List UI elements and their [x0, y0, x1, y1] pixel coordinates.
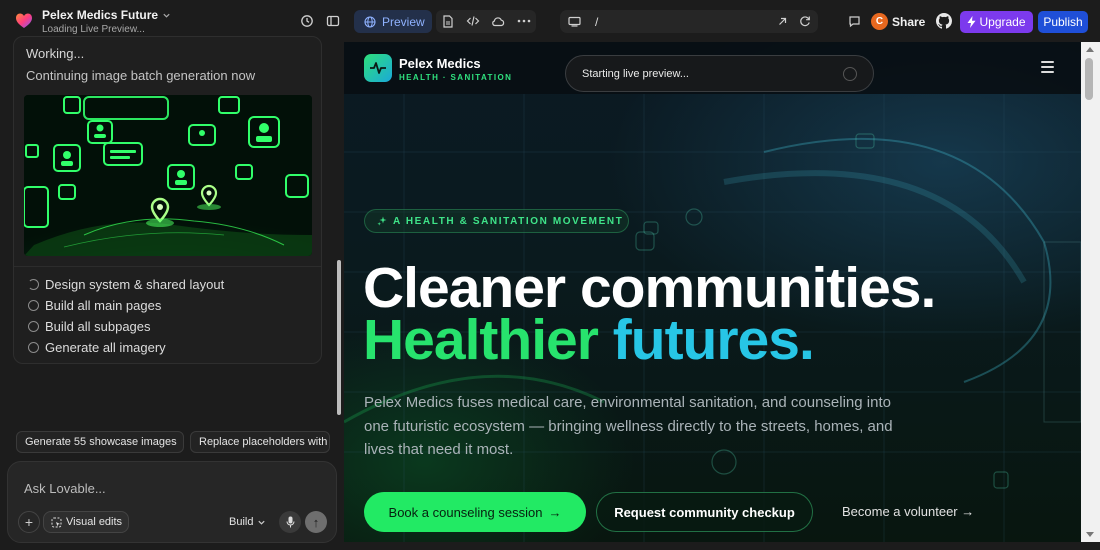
- send-button[interactable]: ↑: [305, 511, 327, 533]
- upgrade-button[interactable]: Upgrade: [960, 11, 1033, 33]
- preview-loading-toast: Starting live preview...: [565, 55, 874, 92]
- circle-icon: [28, 342, 39, 353]
- become-volunteer-link[interactable]: Become a volunteer →: [842, 504, 974, 519]
- build-label: Build: [229, 516, 254, 528]
- build-mode-select[interactable]: Build: [229, 516, 266, 528]
- toggle-sidebar-button[interactable]: [323, 11, 343, 31]
- task-item: Build all main pages: [28, 298, 161, 313]
- tab-preview[interactable]: Preview: [354, 10, 432, 33]
- url-path[interactable]: /: [595, 15, 598, 29]
- toast-text: Starting live preview...: [582, 68, 689, 80]
- request-checkup-button[interactable]: Request community checkup: [596, 492, 813, 532]
- history-button[interactable]: [297, 11, 317, 31]
- bottom-edge: [344, 542, 1100, 550]
- chevron-down-icon: [258, 520, 266, 525]
- headline-word-healthier: Healthier: [363, 308, 599, 372]
- scroll-up-arrow-icon[interactable]: [1086, 47, 1094, 52]
- open-external-button[interactable]: [772, 11, 792, 31]
- task-label: Build all subpages: [45, 319, 151, 334]
- site-logo[interactable]: [364, 54, 392, 82]
- book-counseling-button[interactable]: Book a counseling session →: [364, 492, 586, 532]
- tab-code[interactable]: [463, 11, 483, 31]
- circle-icon: [28, 321, 39, 332]
- working-status: Working...: [26, 46, 85, 61]
- message-square-icon: [848, 15, 860, 27]
- hero-headline-line2: Healthier futures.: [363, 307, 815, 373]
- arrow-up-icon: ↑: [312, 514, 320, 530]
- plus-icon: +: [24, 514, 34, 530]
- live-preview[interactable]: Pelex Medics HEALTH · SANITATION Startin…: [344, 42, 1081, 542]
- external-link-icon: [778, 17, 786, 25]
- upgrade-label: Upgrade: [979, 15, 1026, 29]
- lovable-logo-icon[interactable]: [15, 12, 33, 30]
- preview-scrollbar[interactable]: [1081, 42, 1100, 542]
- tab-preview-label: Preview: [382, 14, 425, 29]
- task-item: Build all subpages: [28, 319, 151, 334]
- task-item: Generate all imagery: [28, 340, 166, 355]
- voice-input-button[interactable]: [279, 511, 301, 533]
- chat-scrollbar[interactable]: [337, 260, 341, 415]
- globe-icon: [364, 15, 376, 28]
- refresh-button[interactable]: [795, 11, 815, 31]
- scroll-down-arrow-icon[interactable]: [1086, 532, 1094, 537]
- suggestion-chip[interactable]: Replace placeholders with: [190, 431, 330, 453]
- github-icon[interactable]: [936, 13, 952, 29]
- pulse-icon: [370, 62, 386, 74]
- microphone-icon: [286, 516, 294, 528]
- user-avatar[interactable]: C: [871, 13, 888, 30]
- project-name: Pelex Medics Future: [42, 8, 159, 22]
- eyebrow-text: A HEALTH & SANITATION MOVEMENT: [393, 215, 624, 227]
- visual-edit-icon: [51, 517, 62, 527]
- task-label: Generate all imagery: [45, 340, 166, 355]
- hero-eyebrow: A HEALTH & SANITATION MOVEMENT: [364, 209, 629, 233]
- share-button[interactable]: Share: [892, 15, 925, 29]
- tab-cloud[interactable]: [488, 11, 508, 31]
- arrow-right-icon: →: [548, 504, 562, 520]
- task-label: Design system & shared layout: [45, 277, 225, 292]
- refresh-icon: [800, 16, 810, 27]
- project-status: Loading Live Preview...: [42, 24, 145, 35]
- file-icon: [443, 14, 453, 28]
- lightning-icon: [967, 16, 976, 28]
- site-brand-name[interactable]: Pelex Medics: [399, 56, 481, 71]
- more-button[interactable]: [514, 11, 534, 31]
- tab-files[interactable]: [438, 11, 458, 31]
- visual-edits-button[interactable]: Visual edits: [43, 511, 129, 533]
- composer-input[interactable]: Ask Lovable...: [24, 481, 106, 496]
- generated-image-thumbnail[interactable]: [24, 95, 312, 256]
- sparkle-icon: [377, 216, 387, 226]
- chat-button[interactable]: [844, 11, 864, 31]
- site-brand-tagline: HEALTH · SANITATION: [399, 73, 513, 82]
- hero-lead-paragraph: Pelex Medics fuses medical care, environ…: [364, 394, 893, 458]
- scrollbar-thumb[interactable]: [1085, 58, 1093, 100]
- attach-button[interactable]: +: [18, 511, 40, 533]
- publish-button[interactable]: Publish: [1038, 11, 1088, 33]
- more-horizontal-icon: [517, 19, 531, 23]
- task-item: Design system & shared layout: [28, 277, 224, 292]
- headline-word-futures: futures.: [612, 308, 815, 372]
- site-header: Pelex Medics HEALTH · SANITATION Startin…: [344, 42, 1081, 94]
- chat-composer[interactable]: Ask Lovable... + Visual edits Build ↑: [7, 461, 337, 543]
- cloud-icon: [492, 16, 505, 26]
- code-icon: [466, 16, 480, 26]
- spinner-icon: [28, 279, 39, 290]
- cta-primary-label: Book a counseling session: [388, 504, 543, 520]
- loading-spinner-icon: [843, 67, 857, 81]
- task-label: Build all main pages: [45, 298, 162, 313]
- suggestion-chip[interactable]: Generate 55 showcase images: [16, 431, 184, 453]
- status-message: Continuing image batch generation now: [26, 68, 256, 83]
- hamburger-menu-icon[interactable]: [1041, 61, 1054, 73]
- chevron-down-icon: [163, 13, 170, 18]
- sidebar-icon: [326, 15, 340, 27]
- device-icon[interactable]: [568, 16, 581, 27]
- history-icon: [301, 15, 313, 27]
- project-switcher[interactable]: Pelex Medics Future Loading Live Preview…: [42, 8, 171, 35]
- visual-edits-label: Visual edits: [66, 516, 123, 528]
- circle-icon: [28, 300, 39, 311]
- network-map-illustration: [24, 95, 312, 256]
- card-divider: [14, 266, 321, 267]
